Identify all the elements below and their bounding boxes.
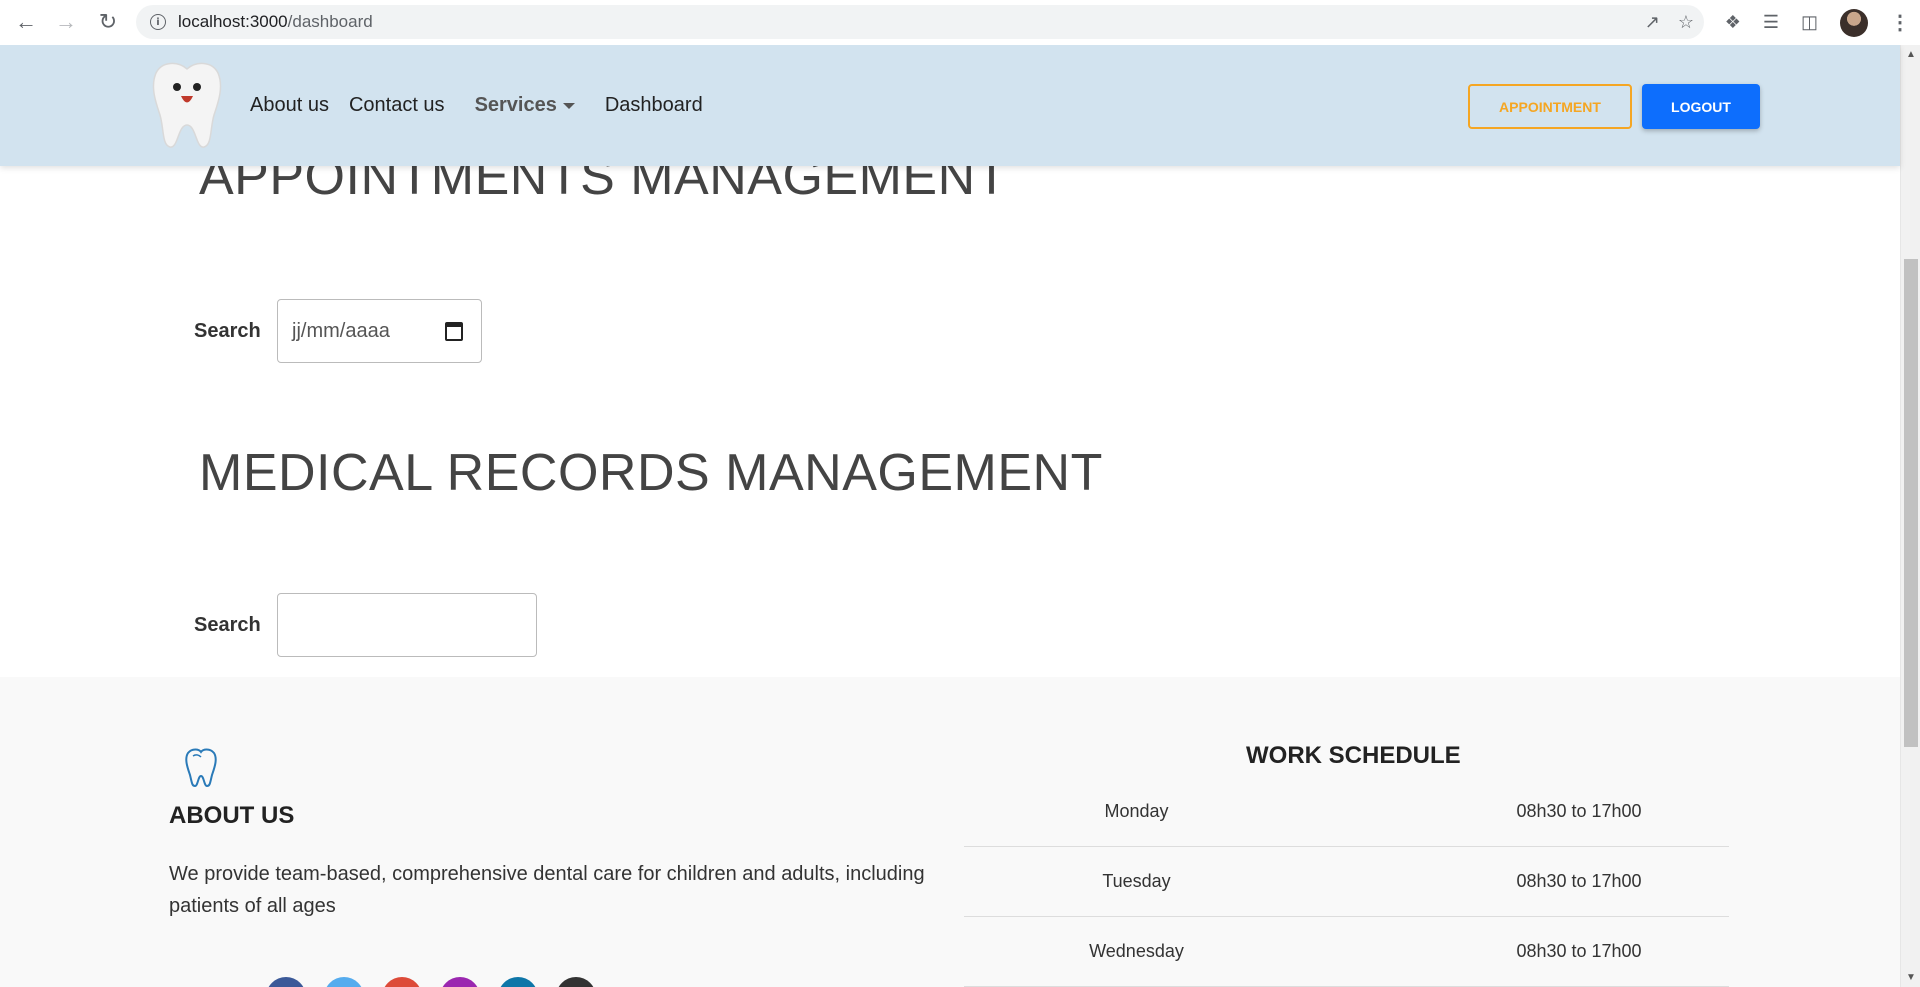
url-host: localhost:3000	[178, 12, 288, 31]
social-links	[266, 977, 596, 987]
side-panel-icon[interactable]: ◫	[1801, 12, 1818, 33]
appointments-search-label: Search	[194, 320, 261, 342]
nav-about-link[interactable]: About us	[250, 94, 329, 117]
scrollbar-thumb[interactable]	[1904, 259, 1918, 747]
vertical-scrollbar[interactable]: ▲ ▼	[1900, 45, 1920, 987]
calendar-icon[interactable]	[445, 322, 463, 341]
media-icon[interactable]: ☰	[1763, 12, 1779, 33]
medical-search-input[interactable]	[277, 593, 537, 657]
work-schedule-heading: WORK SCHEDULE	[1246, 742, 1461, 769]
facebook-icon[interactable]	[266, 977, 306, 987]
date-placeholder: jj/mm/aaaa	[292, 319, 390, 342]
nav-services-label: Services	[474, 94, 557, 116]
tooth-outline-logo-icon	[185, 748, 217, 787]
main-nav: About us Contact us Services Dashboard	[250, 45, 723, 166]
menu-kebab-icon[interactable]: ⋮	[1890, 10, 1910, 35]
work-schedule-table: Monday 08h30 to 17h00 Tuesday 08h30 to 1…	[964, 777, 1729, 987]
nav-dashboard-link[interactable]: Dashboard	[605, 94, 703, 117]
site-info-icon[interactable]: i	[150, 14, 166, 30]
github-icon[interactable]	[556, 977, 596, 987]
schedule-row: Wednesday 08h30 to 17h00	[964, 917, 1729, 987]
nav-contact-link[interactable]: Contact us	[349, 94, 445, 117]
logout-button[interactable]: LOGOUT	[1642, 84, 1760, 129]
google-plus-icon[interactable]	[382, 977, 422, 987]
medical-search-label: Search	[194, 614, 261, 636]
back-icon[interactable]: ←	[6, 2, 46, 42]
bookmark-star-icon[interactable]: ☆	[1678, 12, 1694, 33]
tooth-logo-icon[interactable]	[146, 59, 228, 149]
url-text: localhost:3000/dashboard	[178, 12, 373, 32]
linkedin-icon[interactable]	[498, 977, 538, 987]
about-us-heading: ABOUT US	[169, 802, 295, 829]
scroll-up-arrow-icon[interactable]: ▲	[1906, 49, 1916, 60]
reload-icon[interactable]: ↻	[88, 2, 128, 42]
extensions-icon[interactable]: ❖	[1725, 12, 1741, 33]
page-viewport: About us Contact us Services Dashboard A…	[0, 45, 1920, 987]
schedule-row: Monday 08h30 to 17h00	[964, 777, 1729, 847]
browser-toolbar: ← → ↻ i localhost:3000/dashboard ↗ ☆ ❖ ☰…	[0, 0, 1920, 45]
site-header: About us Contact us Services Dashboard A…	[0, 45, 1900, 166]
schedule-row: Tuesday 08h30 to 17h00	[964, 847, 1729, 917]
schedule-hours: 08h30 to 17h00	[1516, 871, 1642, 891]
schedule-day: Wednesday	[1089, 941, 1184, 961]
caret-down-icon	[562, 102, 575, 109]
schedule-hours: 08h30 to 17h00	[1516, 801, 1642, 821]
share-icon[interactable]: ↗	[1645, 12, 1660, 33]
address-bar[interactable]: i localhost:3000/dashboard ↗ ☆	[136, 5, 1704, 39]
url-path: /dashboard	[287, 12, 373, 31]
schedule-hours: 08h30 to 17h00	[1516, 941, 1642, 961]
schedule-day: Monday	[1104, 801, 1169, 821]
twitter-icon[interactable]	[324, 977, 364, 987]
appointment-button[interactable]: APPOINTMENT	[1468, 84, 1632, 129]
profile-avatar[interactable]	[1840, 8, 1868, 37]
about-us-text: We provide team-based, comprehensive den…	[169, 863, 925, 917]
instagram-icon[interactable]	[440, 977, 480, 987]
nav-services-dropdown[interactable]: Services	[475, 94, 575, 117]
appointments-date-input[interactable]: jj/mm/aaaa	[277, 299, 482, 363]
scroll-down-arrow-icon[interactable]: ▼	[1906, 972, 1916, 983]
site-footer: ABOUT US We provide team-based, comprehe…	[0, 677, 1900, 987]
medical-records-title: MEDICAL RECORDS MANAGEMENT	[199, 444, 1103, 502]
forward-icon[interactable]: →	[46, 2, 86, 42]
schedule-day: Tuesday	[1102, 871, 1171, 891]
